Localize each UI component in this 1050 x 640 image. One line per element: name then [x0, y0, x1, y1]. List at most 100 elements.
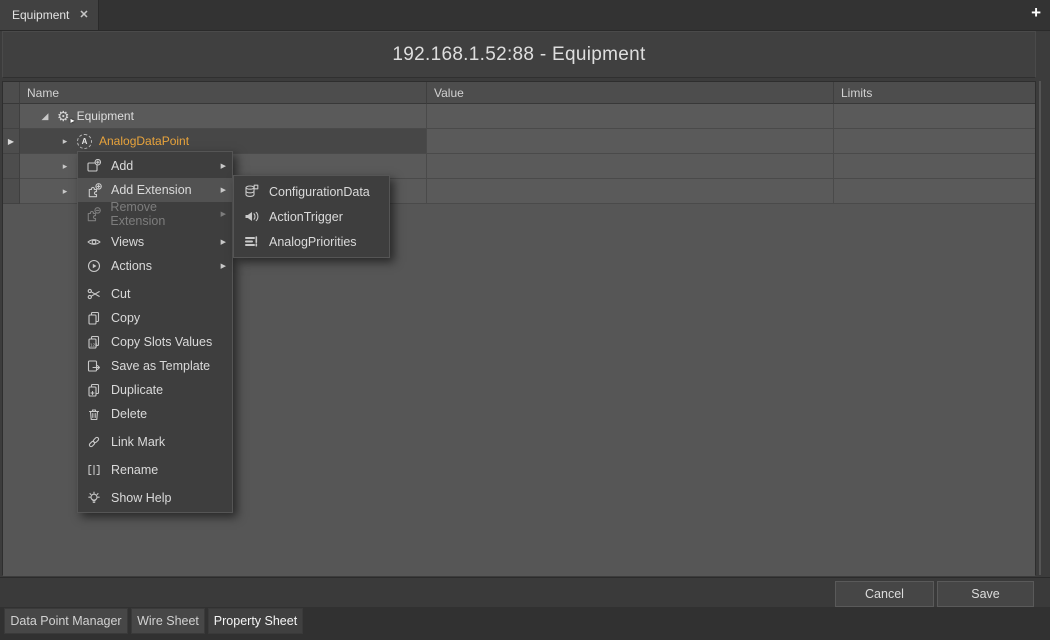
- new-tab-button[interactable]: +: [1031, 3, 1041, 23]
- link-icon: [86, 435, 102, 449]
- document-tabbar: Equipment ✕ +: [0, 0, 1050, 31]
- analog-priorities-icon: [242, 234, 260, 249]
- menu-item-copy[interactable]: Copy: [78, 306, 232, 330]
- gutter-header-cell: [3, 82, 20, 104]
- name-cell[interactable]: ◢ ⚙▸ Equipment: [20, 104, 427, 129]
- title-panel: 192.168.1.52:88 - Equipment: [2, 31, 1036, 78]
- column-header-value[interactable]: Value: [427, 82, 834, 104]
- action-trigger-icon: [242, 209, 260, 224]
- submenu-item-configurationdata[interactable]: ConfigurationData: [234, 179, 389, 204]
- submenu-arrow-icon: ▶: [221, 162, 226, 170]
- row-gutter-cell: [3, 104, 20, 129]
- menu-item-add-extension[interactable]: Add Extension ▶: [78, 178, 232, 202]
- submenu-arrow-icon: ▶: [221, 186, 226, 194]
- application-window: Equipment ✕ + 192.168.1.52:88 - Equipmen…: [0, 0, 1050, 640]
- column-header-name[interactable]: Name: [20, 82, 427, 104]
- scrollbar-track[interactable]: [1039, 81, 1041, 575]
- save-button[interactable]: Save: [937, 581, 1034, 607]
- row-gutter-cell: ▶: [3, 129, 20, 154]
- menu-item-rename[interactable]: Rename: [78, 458, 232, 482]
- submenu-arrow-icon: ▶: [221, 262, 226, 270]
- footer-bar: Cancel Save: [0, 577, 1050, 607]
- menu-item-label: Cut: [111, 287, 130, 301]
- add-icon: [86, 159, 102, 173]
- scissors-icon: [86, 287, 102, 301]
- submenu-item-actiontrigger[interactable]: ActionTrigger: [234, 204, 389, 229]
- menu-item-label: Add Extension: [111, 183, 192, 197]
- value-cell[interactable]: [427, 104, 834, 129]
- menu-item-label: Rename: [111, 463, 158, 477]
- menu-item-label: Delete: [111, 407, 147, 421]
- menu-item-remove-extension[interactable]: Remove Extension ▶: [78, 202, 232, 226]
- menu-item-label: Copy: [111, 311, 140, 325]
- tree-node-label[interactable]: AnalogDataPoint: [99, 134, 189, 148]
- view-tabbar: Data Point Manager Wire Sheet Property S…: [0, 607, 1050, 640]
- remove-extension-icon: [86, 207, 101, 222]
- menu-item-duplicate[interactable]: Duplicate: [78, 378, 232, 402]
- rename-icon: [86, 463, 102, 477]
- right-scroll-strip[interactable]: [1036, 31, 1050, 577]
- menu-item-actions[interactable]: Actions ▶: [78, 254, 232, 278]
- add-extension-icon: [86, 183, 102, 198]
- submenu-item-label: ConfigurationData: [269, 185, 370, 199]
- menu-item-views[interactable]: Views ▶: [78, 230, 232, 254]
- menu-item-copy-slots-values[interactable]: 123 Copy Slots Values: [78, 330, 232, 354]
- limits-cell[interactable]: [834, 104, 1035, 129]
- menu-item-label: Remove Extension: [110, 200, 211, 228]
- context-menu: Add ▶ Add Extension ▶ Remove Extension ▶…: [77, 151, 233, 513]
- save-template-icon: [86, 359, 102, 373]
- tree-node-label[interactable]: Equipment: [77, 109, 134, 123]
- gear-icon: ⚙▸: [57, 109, 70, 123]
- configuration-data-icon: [242, 184, 260, 199]
- cancel-button[interactable]: Cancel: [835, 581, 934, 607]
- duplicate-icon: [86, 383, 102, 397]
- table-row[interactable]: ◢ ⚙▸ Equipment: [3, 104, 1035, 129]
- close-icon[interactable]: ✕: [79, 10, 88, 21]
- tab-equipment[interactable]: Equipment ✕: [0, 0, 99, 30]
- analog-point-icon: A: [77, 134, 92, 149]
- submenu-arrow-icon: ▶: [221, 210, 226, 218]
- menu-item-save-as-template[interactable]: Save as Template: [78, 354, 232, 378]
- row-gutter-cell: [3, 154, 20, 179]
- menu-item-label: Link Mark: [111, 435, 165, 449]
- collapse-arrow-icon[interactable]: ▸: [60, 161, 70, 172]
- value-cell[interactable]: [427, 179, 834, 204]
- menu-item-label: Save as Template: [111, 359, 210, 373]
- add-extension-submenu: ConfigurationData ActionTrigger AnalogPr…: [233, 175, 390, 258]
- menu-item-label: Views: [111, 235, 144, 249]
- collapse-arrow-icon[interactable]: ▸: [60, 186, 70, 197]
- page-title: 192.168.1.52:88 - Equipment: [392, 44, 645, 66]
- menu-item-cut[interactable]: Cut: [78, 282, 232, 306]
- menu-item-label: Copy Slots Values: [111, 335, 212, 349]
- copy-values-icon: 123: [86, 335, 102, 349]
- column-header-limits[interactable]: Limits: [834, 82, 1035, 104]
- menu-item-add[interactable]: Add ▶: [78, 154, 232, 178]
- value-cell[interactable]: [427, 154, 834, 179]
- menu-item-delete[interactable]: Delete: [78, 402, 232, 426]
- menu-item-label: Show Help: [111, 491, 171, 505]
- submenu-item-label: ActionTrigger: [269, 210, 343, 224]
- limits-cell[interactable]: [834, 154, 1035, 179]
- copy-icon: [86, 311, 102, 325]
- eye-icon: [86, 235, 102, 249]
- tab-data-point-manager[interactable]: Data Point Manager: [4, 608, 128, 634]
- collapse-arrow-icon[interactable]: ▸: [60, 136, 70, 147]
- expand-arrow-icon[interactable]: ◢: [40, 111, 50, 122]
- trash-icon: [86, 407, 102, 421]
- submenu-item-analogpriorities[interactable]: AnalogPriorities: [234, 229, 389, 254]
- submenu-item-label: AnalogPriorities: [269, 235, 357, 249]
- value-cell[interactable]: [427, 129, 834, 154]
- menu-item-show-help[interactable]: Show Help: [78, 486, 232, 510]
- lightbulb-icon: [86, 491, 102, 505]
- svg-text:123: 123: [90, 343, 98, 348]
- tab-label: Equipment: [12, 8, 69, 22]
- menu-item-label: Duplicate: [111, 383, 163, 397]
- tab-wire-sheet[interactable]: Wire Sheet: [131, 608, 205, 634]
- menu-item-link-mark[interactable]: Link Mark: [78, 430, 232, 454]
- limits-cell[interactable]: [834, 179, 1035, 204]
- tab-property-sheet[interactable]: Property Sheet: [208, 608, 303, 634]
- row-gutter-cell: [3, 179, 20, 204]
- limits-cell[interactable]: [834, 129, 1035, 154]
- current-row-marker-icon: ▶: [8, 137, 14, 146]
- play-circle-icon: [86, 259, 102, 273]
